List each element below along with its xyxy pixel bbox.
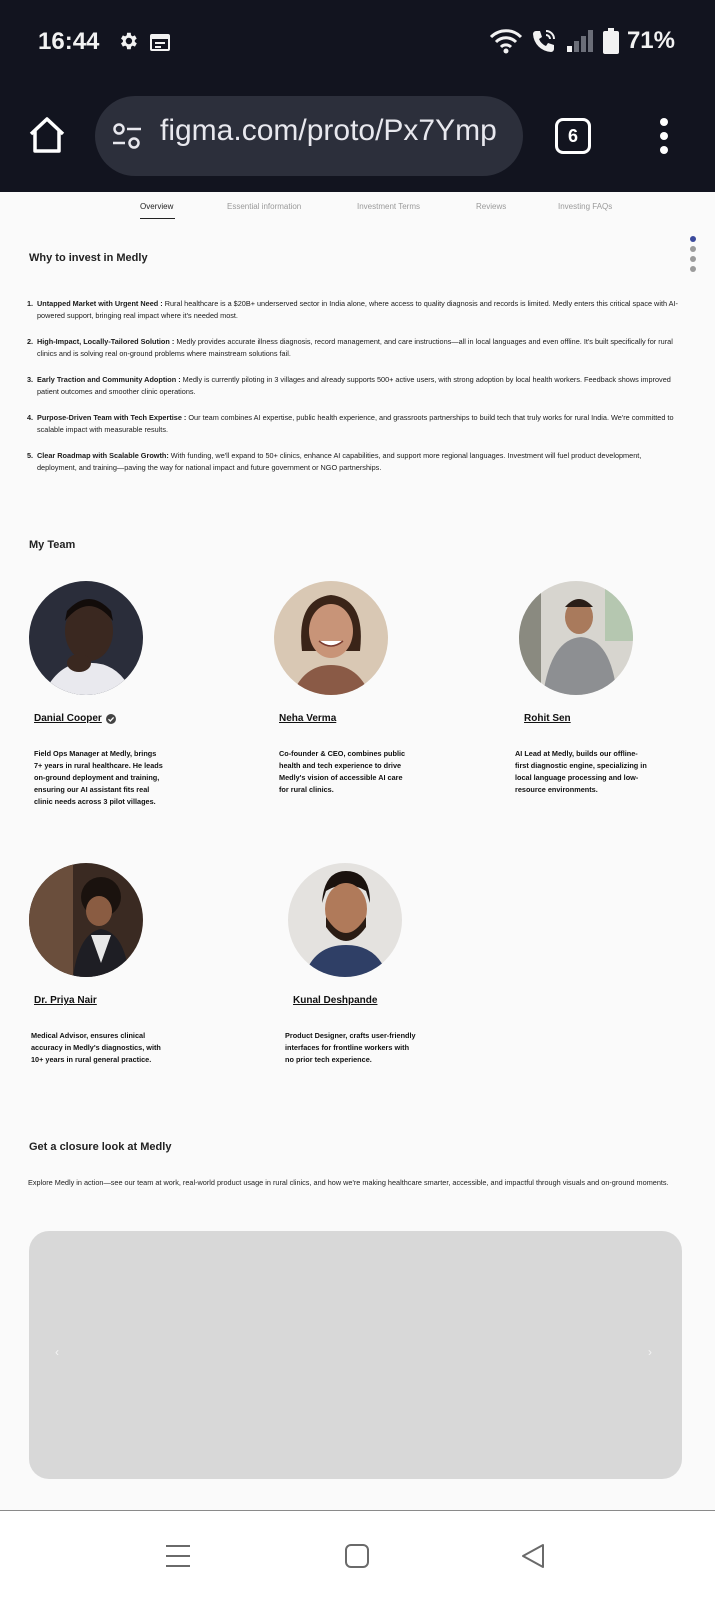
status-time: 16:44	[38, 28, 100, 55]
reason-title: Untapped Market with Urgent Need :	[37, 299, 163, 308]
carousel-prev-icon[interactable]: ‹	[55, 1345, 59, 1359]
member-bio: AI Lead at Medly, builds our offline-fir…	[515, 749, 647, 794]
tab-investment-terms[interactable]: Investment Terms	[357, 202, 420, 211]
page-dot[interactable]	[690, 256, 696, 262]
recent-apps-icon[interactable]	[165, 1543, 191, 1569]
browser-chrome: 16:44 71% figma.com/proto/Px7Ymp 6	[0, 0, 715, 192]
page-dot-active[interactable]	[690, 236, 696, 242]
avatar	[519, 581, 633, 695]
list-item: 3. Early Traction and Community Adoption…	[27, 375, 671, 396]
reasons-list: 1. Untapped Market with Urgent Need : Ru…	[27, 298, 682, 488]
page-dot[interactable]	[690, 266, 696, 272]
url-bar[interactable]: figma.com/proto/Px7Ymp	[95, 96, 523, 176]
media-carousel[interactable]: ‹ ›	[29, 1231, 682, 1479]
team-member-card: Rohit Sen AI Lead at Medly, builds our o…	[515, 581, 689, 794]
page-dot[interactable]	[690, 246, 696, 252]
team-member-card: Dr. Priya Nair Medical Advisor, ensures …	[29, 863, 199, 1064]
list-item: 4. Purpose-Driven Team with Tech Experti…	[27, 413, 674, 434]
reason-title: Clear Roadmap with Scalable Growth:	[37, 451, 169, 460]
site-settings-icon[interactable]	[111, 121, 143, 151]
member-bio: Co-founder & CEO, combines public health…	[279, 749, 406, 794]
avatar	[274, 581, 388, 695]
closure-heading: Get a closure look at Medly	[29, 1141, 172, 1153]
home-nav-icon[interactable]	[344, 1543, 370, 1569]
avatar	[29, 581, 143, 695]
closure-description: Explore Medly in action—see our team at …	[28, 1178, 669, 1187]
page-indicator-dots[interactable]	[690, 236, 696, 276]
calendar-icon	[150, 34, 170, 51]
avatar	[288, 863, 402, 977]
member-name-link[interactable]: Rohit Sen	[524, 713, 571, 724]
member-bio: Field Ops Manager at Medly, brings 7+ ye…	[34, 749, 163, 806]
carousel-next-icon[interactable]: ›	[648, 1345, 652, 1359]
reason-title: High-Impact, Locally-Tailored Solution :	[37, 337, 175, 346]
member-name-link[interactable]: Danial Cooper	[34, 713, 116, 724]
wifi-call-icon	[532, 30, 555, 52]
tab-reviews[interactable]: Reviews	[476, 202, 506, 211]
battery-percent: 71%	[626, 27, 675, 54]
list-item: 5. Clear Roadmap with Scalable Growth: W…	[27, 451, 642, 472]
more-options-icon[interactable]	[659, 118, 669, 154]
team-heading: My Team	[29, 539, 76, 551]
back-icon[interactable]	[520, 1543, 546, 1569]
member-bio: Product Designer, crafts user-friendly i…	[285, 1031, 416, 1064]
member-bio: Medical Advisor, ensures clinical accura…	[31, 1031, 161, 1064]
list-item: 1. Untapped Market with Urgent Need : Ru…	[27, 299, 678, 320]
status-icons: 71%	[489, 27, 675, 55]
active-tab-underline	[140, 218, 175, 219]
list-item: 2. High-Impact, Locally-Tailored Solutio…	[27, 337, 673, 358]
system-navigation-bar	[0, 1510, 715, 1600]
team-member-card: Kunal Deshpande Product Designer, crafts…	[285, 863, 458, 1064]
home-icon[interactable]	[26, 114, 68, 156]
reason-title: Early Traction and Community Adoption :	[37, 375, 181, 384]
member-name-link[interactable]: Dr. Priya Nair	[34, 995, 97, 1006]
battery-icon	[602, 28, 619, 54]
team-member-card: Neha Verma Co-founder & CEO, combines pu…	[274, 581, 444, 794]
section-nav: Overview Essential information Investmen…	[0, 192, 715, 226]
why-invest-heading: Why to invest in Medly	[29, 252, 148, 264]
team-member-card: Danial Cooper Field Ops Manager at Medly…	[29, 581, 199, 806]
tab-essential-information[interactable]: Essential information	[227, 202, 301, 211]
wifi-icon	[489, 29, 523, 54]
tab-overview[interactable]: Overview	[140, 202, 173, 211]
settings-gear-icon	[121, 32, 137, 50]
reason-title: Purpose-Driven Team with Tech Expertise …	[37, 413, 187, 422]
member-name-link[interactable]: Kunal Deshpande	[293, 995, 377, 1006]
signal-icon	[566, 30, 593, 52]
avatar	[29, 863, 143, 977]
member-name-link[interactable]: Neha Verma	[279, 713, 336, 724]
url-text[interactable]: figma.com/proto/Px7Ymp	[160, 114, 497, 148]
verified-badge-icon	[105, 713, 116, 724]
tab-switcher-button[interactable]: 6	[555, 118, 591, 154]
tab-investing-faqs[interactable]: Investing FAQs	[558, 202, 612, 211]
